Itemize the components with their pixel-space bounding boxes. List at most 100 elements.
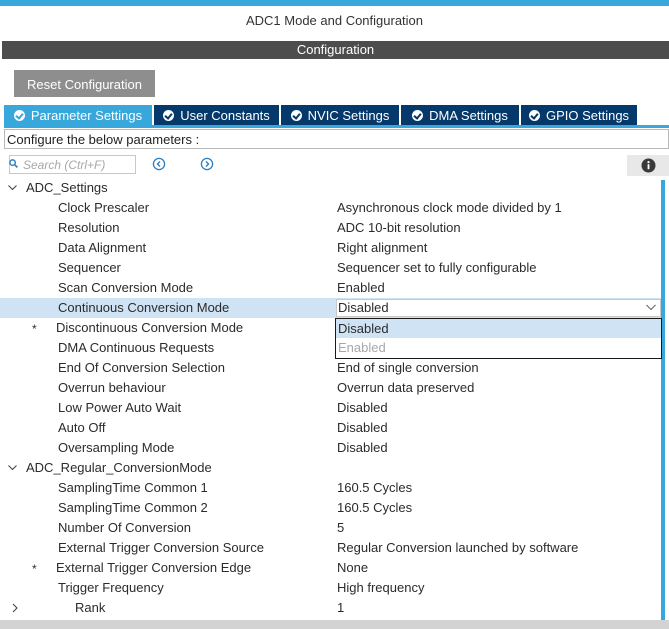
param-name: Continuous Conversion Mode bbox=[58, 300, 230, 315]
param-value[interactable]: High frequency bbox=[337, 578, 424, 598]
param-name: Sequencer bbox=[58, 260, 121, 275]
param-row[interactable]: Clock Prescaler Asynchronous clock mode … bbox=[0, 198, 661, 218]
group-name: ADC_Settings bbox=[26, 180, 108, 195]
window-title: ADC1 Mode and Configuration bbox=[0, 6, 669, 36]
param-row[interactable]: Scan Conversion Mode Enabled bbox=[0, 278, 661, 298]
check-circle-icon bbox=[412, 110, 424, 121]
search-icon bbox=[9, 159, 18, 168]
param-value[interactable]: 160.5 Cycles bbox=[337, 498, 412, 518]
select-value: Disabled bbox=[338, 300, 389, 315]
param-name: SamplingTime Common 1 bbox=[58, 480, 208, 495]
param-row[interactable]: Resolution ADC 10-bit resolution bbox=[0, 218, 661, 238]
param-row-selected[interactable]: Continuous Conversion Mode Disabled bbox=[0, 298, 661, 318]
param-row[interactable]: Overrun behaviour Overrun data preserved bbox=[0, 378, 661, 398]
tab-nvic-settings[interactable]: NVIC Settings bbox=[281, 105, 401, 126]
param-value[interactable]: Asynchronous clock mode divided by 1 bbox=[337, 198, 562, 218]
dropdown-option-disabled[interactable]: Disabled bbox=[336, 319, 661, 338]
param-value[interactable]: End of single conversion bbox=[337, 358, 479, 378]
param-name: External Trigger Conversion Source bbox=[58, 540, 264, 555]
param-row[interactable]: Trigger Frequency High frequency bbox=[0, 578, 661, 598]
param-name: Rank bbox=[75, 600, 106, 615]
param-name: Clock Prescaler bbox=[58, 200, 150, 215]
param-value[interactable]: 5 bbox=[337, 518, 344, 538]
tab-underline bbox=[4, 125, 669, 128]
param-value[interactable]: 160.5 Cycles bbox=[337, 478, 412, 498]
param-name: Scan Conversion Mode bbox=[58, 280, 194, 295]
circle-right-icon[interactable] bbox=[200, 157, 214, 171]
param-value[interactable]: Regular Conversion launched by software bbox=[337, 538, 578, 558]
param-row[interactable]: Low Power Auto Wait Disabled bbox=[0, 398, 661, 418]
param-value[interactable]: Sequencer set to fully configurable bbox=[337, 258, 536, 278]
reset-configuration-button[interactable]: Reset Configuration bbox=[14, 70, 155, 97]
param-row[interactable]: Sequencer Sequencer set to fully configu… bbox=[0, 258, 661, 278]
tab-label: NVIC Settings bbox=[307, 108, 390, 123]
param-value[interactable]: Enabled bbox=[337, 278, 385, 298]
rank-row[interactable]: Rank 1 bbox=[0, 598, 661, 618]
group-adc-regular-conversion-mode[interactable]: ADC_Regular_ConversionMode bbox=[0, 458, 661, 478]
param-name: Overrun behaviour bbox=[58, 380, 166, 395]
param-name: Discontinuous Conversion Mode bbox=[56, 320, 244, 335]
dropdown-option-enabled[interactable]: Enabled bbox=[336, 338, 661, 357]
check-circle-icon bbox=[528, 110, 540, 121]
param-name: End Of Conversion Selection bbox=[58, 360, 225, 375]
tab-user-constants[interactable]: User Constants bbox=[154, 105, 281, 126]
configuration-header: Configuration bbox=[2, 41, 669, 59]
dropdown-list: Disabled Enabled bbox=[335, 318, 662, 359]
param-name: Trigger Frequency bbox=[58, 580, 164, 595]
check-circle-icon bbox=[13, 110, 25, 121]
param-name: Auto Off bbox=[58, 420, 106, 435]
tab-bar: Parameter Settings User Constants NVIC S… bbox=[4, 105, 639, 126]
info-button[interactable] bbox=[627, 155, 669, 176]
param-value[interactable]: ADC 10-bit resolution bbox=[337, 218, 461, 238]
continuous-conversion-select[interactable]: Disabled bbox=[336, 299, 661, 317]
group-adc-settings[interactable]: ADC_Settings bbox=[0, 178, 661, 198]
modified-marker: * bbox=[32, 322, 37, 336]
horizontal-scrollbar[interactable] bbox=[0, 620, 669, 629]
chevron-down-icon bbox=[646, 304, 656, 311]
check-circle-icon bbox=[163, 110, 175, 121]
param-row[interactable]: SamplingTime Common 1 160.5 Cycles bbox=[0, 478, 661, 498]
tab-label: DMA Settings bbox=[429, 108, 508, 123]
param-row[interactable]: Number Of Conversion 5 bbox=[0, 518, 661, 538]
info-icon bbox=[641, 158, 656, 173]
chevron-down-icon[interactable] bbox=[8, 184, 17, 192]
param-value[interactable]: 1 bbox=[337, 598, 344, 618]
tab-dma-settings[interactable]: DMA Settings bbox=[401, 105, 521, 126]
tab-parameter-settings[interactable]: Parameter Settings bbox=[4, 105, 154, 126]
param-row[interactable]: Data Alignment Right alignment bbox=[0, 238, 661, 258]
check-circle-icon bbox=[290, 110, 302, 121]
param-name: Data Alignment bbox=[58, 240, 147, 255]
param-row[interactable]: * External Trigger Conversion Edge None bbox=[0, 558, 661, 578]
chevron-down-icon[interactable] bbox=[8, 464, 17, 472]
param-value[interactable]: Right alignment bbox=[337, 238, 427, 258]
tab-label: Parameter Settings bbox=[30, 108, 143, 123]
param-value[interactable]: Overrun data preserved bbox=[337, 378, 474, 398]
search-box[interactable] bbox=[9, 155, 136, 174]
param-row[interactable]: End Of Conversion Selection End of singl… bbox=[0, 358, 661, 378]
modified-marker: * bbox=[32, 562, 37, 576]
param-value[interactable]: Disabled bbox=[337, 418, 388, 438]
circle-left-icon[interactable] bbox=[152, 157, 166, 171]
param-name: SamplingTime Common 2 bbox=[58, 500, 208, 515]
param-row[interactable]: Auto Off Disabled bbox=[0, 418, 661, 438]
param-row[interactable]: External Trigger Conversion Source Regul… bbox=[0, 538, 661, 558]
instructions-label: Configure the below parameters : bbox=[4, 129, 669, 149]
param-name: Oversampling Mode bbox=[58, 440, 175, 455]
param-row[interactable]: SamplingTime Common 2 160.5 Cycles bbox=[0, 498, 661, 518]
group-name: ADC_Regular_ConversionMode bbox=[26, 460, 212, 475]
search-input[interactable] bbox=[23, 156, 133, 173]
param-name: External Trigger Conversion Edge bbox=[56, 560, 252, 575]
param-value[interactable]: Disabled bbox=[337, 438, 388, 458]
param-name: DMA Continuous Requests bbox=[58, 340, 215, 355]
param-value[interactable]: Disabled bbox=[337, 398, 388, 418]
vertical-scrollbar[interactable] bbox=[661, 180, 665, 620]
param-value[interactable]: None bbox=[337, 558, 368, 578]
parameter-tree: ADC_Settings Clock Prescaler Asynchronou… bbox=[0, 178, 661, 618]
param-name: Resolution bbox=[58, 220, 120, 235]
tab-gpio-settings[interactable]: GPIO Settings bbox=[521, 105, 639, 126]
chevron-right-icon[interactable] bbox=[11, 603, 19, 613]
param-name: Number Of Conversion bbox=[58, 520, 191, 535]
param-name: Low Power Auto Wait bbox=[58, 400, 182, 415]
tab-label: User Constants bbox=[180, 108, 270, 123]
param-row[interactable]: Oversampling Mode Disabled bbox=[0, 438, 661, 458]
